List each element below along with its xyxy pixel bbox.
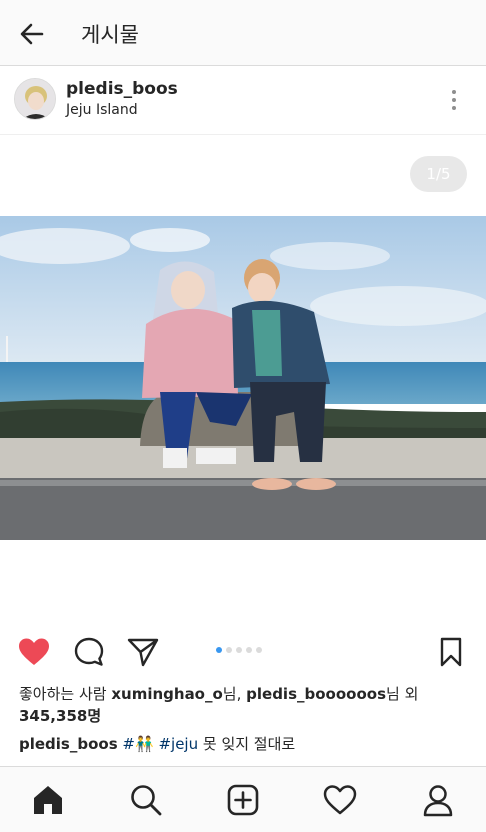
carousel-dot [216, 647, 222, 653]
home-icon [34, 786, 62, 814]
carousel-dot [256, 647, 262, 653]
profile-icon [423, 785, 453, 817]
avatar[interactable] [14, 78, 56, 120]
search-icon [131, 785, 162, 816]
comment-button[interactable] [71, 634, 107, 670]
tab-search[interactable] [127, 781, 165, 819]
share-button[interactable] [125, 634, 161, 670]
caption-username[interactable]: pledis_boos [19, 735, 118, 753]
liker-username[interactable]: pledis_boooooos [246, 685, 386, 703]
post-caption: pledis_boos #👬 #jeju 못 잊지 절대로 [19, 733, 471, 755]
tab-home[interactable] [29, 781, 67, 819]
like-button[interactable] [16, 634, 52, 670]
top-app-bar: 게시물 [0, 0, 486, 66]
tab-activity[interactable] [321, 781, 359, 819]
likes-count[interactable]: 345,358명 [19, 707, 101, 725]
post-photo[interactable] [0, 216, 486, 540]
add-post-icon [227, 784, 259, 816]
carousel-dot [236, 647, 242, 653]
post-header: pledis_boos Jeju Island [0, 67, 486, 135]
more-vertical-icon [452, 90, 456, 94]
back-button[interactable] [14, 16, 50, 52]
likes-summary[interactable]: 좋아하는 사람 xuminghao_o님, pledis_boooooos님 외… [19, 683, 471, 727]
carousel-indicator [216, 647, 262, 653]
likes-prefix: 좋아하는 사람 [19, 685, 112, 703]
bottom-tab-bar [0, 766, 486, 832]
tab-profile[interactable] [419, 781, 457, 819]
carousel-dot [246, 647, 252, 653]
arrow-left-icon [20, 23, 44, 45]
heart-filled-icon [19, 638, 49, 665]
likes-separator: 님, [222, 685, 247, 703]
save-button[interactable] [433, 634, 469, 670]
carousel-counter: 1/5 [410, 156, 467, 192]
caption-text: 못 잊지 절대로 [202, 735, 296, 753]
post-username[interactable]: pledis_boos [66, 79, 178, 99]
activity-heart-icon [323, 785, 357, 815]
post-location[interactable]: Jeju Island [66, 102, 138, 118]
carousel-dot [226, 647, 232, 653]
tab-add-post[interactable] [224, 781, 262, 819]
likes-suffix: 님 외 [386, 685, 419, 703]
liker-username[interactable]: xuminghao_o [111, 685, 222, 703]
page-title: 게시물 [81, 23, 139, 47]
more-options-button[interactable] [440, 85, 468, 115]
hashtag[interactable]: #👬 [122, 735, 153, 753]
bookmark-icon [440, 637, 462, 667]
paper-plane-icon [127, 638, 159, 667]
comment-icon [74, 637, 104, 666]
hashtag[interactable]: #jeju [158, 735, 198, 753]
